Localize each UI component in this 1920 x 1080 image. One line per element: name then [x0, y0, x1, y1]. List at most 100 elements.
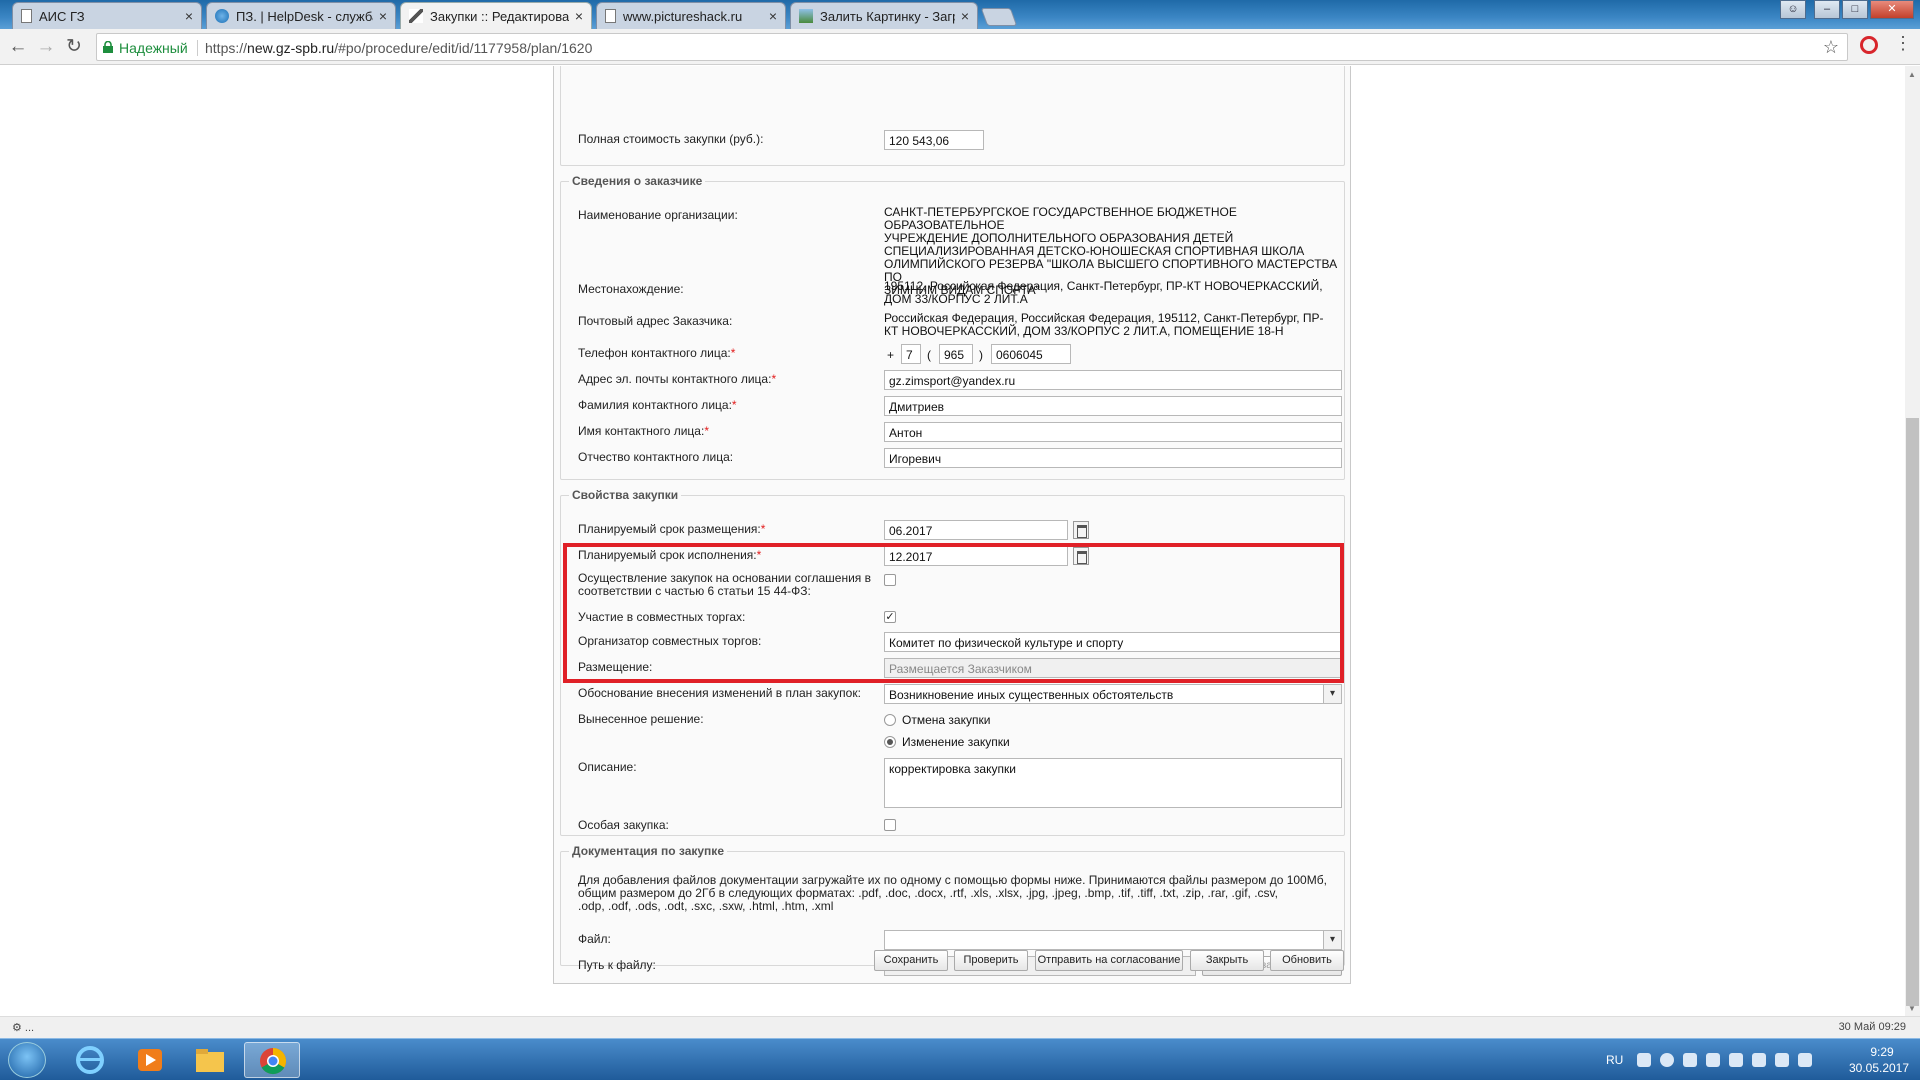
- image-icon: [799, 9, 813, 23]
- scroll-down-icon[interactable]: ▼: [1908, 1004, 1916, 1013]
- location-label: Местонахождение:: [578, 282, 684, 296]
- tab-label: www.pictureshack.ru: [623, 8, 743, 24]
- scrollbar-thumb[interactable]: [1906, 418, 1919, 1006]
- cost-fieldset: Полная стоимость закупки (руб.): 120 543…: [560, 66, 1345, 166]
- url-scheme: https://: [205, 40, 248, 56]
- documentation-fieldset: Документация по закупке Для добавления ф…: [560, 844, 1345, 976]
- display-icon[interactable]: [1752, 1053, 1766, 1067]
- tab-upload-image[interactable]: Залить Картинку - Загр ×: [790, 2, 978, 29]
- globe-icon: [215, 9, 229, 23]
- tab-helpdesk[interactable]: ПЗ. | HelpDesk - служба ×: [206, 2, 396, 29]
- radio-change-label[interactable]: Изменение закупки: [902, 736, 1010, 749]
- tab-label: ПЗ. | HelpDesk - служба: [236, 8, 373, 24]
- documentation-info: Для добавления файлов документации загру…: [578, 873, 1327, 913]
- close-icon[interactable]: ×: [379, 8, 387, 24]
- total-cost-field: 120 543,06: [884, 130, 984, 150]
- clock-time[interactable]: 9:29: [1852, 1045, 1912, 1059]
- radio-cancel-label[interactable]: Отмена закупки: [902, 714, 990, 727]
- monitor-icon[interactable]: [1775, 1053, 1789, 1067]
- chevron-down-icon[interactable]: ▾: [1323, 931, 1341, 949]
- tab-procurement[interactable]: Закупки :: Редактирован ×: [400, 2, 592, 29]
- flag-icon[interactable]: [1798, 1053, 1812, 1067]
- name-input[interactable]: Антон: [884, 422, 1342, 442]
- url-text[interactable]: https://new.gz-spb.ru/#po/procedure/edit…: [205, 40, 592, 56]
- refresh-button[interactable]: Обновить: [1270, 950, 1344, 971]
- postal-address-label: Почтовый адрес Заказчика:: [578, 314, 733, 328]
- close-icon[interactable]: ×: [185, 8, 193, 24]
- placement-term-input[interactable]: 06.2017: [884, 520, 1068, 540]
- file-select[interactable]: ▾: [884, 930, 1342, 950]
- browser-menu-icon[interactable]: ⋮: [1894, 33, 1912, 54]
- close-icon[interactable]: ×: [961, 8, 969, 24]
- divider: [197, 40, 198, 56]
- connection-icon[interactable]: [1706, 1053, 1720, 1067]
- security-icon[interactable]: [1683, 1053, 1697, 1067]
- calendar-icon[interactable]: [1073, 521, 1089, 539]
- chrome-icon[interactable]: [244, 1042, 300, 1078]
- phone-number-input[interactable]: 0606045: [991, 344, 1071, 364]
- status-datetime: 30 Май 09:29: [1838, 1021, 1906, 1033]
- save-button[interactable]: Сохранить: [874, 950, 948, 971]
- maximize-button[interactable]: □: [1842, 0, 1868, 19]
- close-icon[interactable]: ×: [575, 8, 583, 24]
- tab-ais-gz[interactable]: АИС ГЗ ×: [12, 2, 202, 29]
- chevron-down-icon[interactable]: ▾: [1323, 685, 1341, 703]
- user-icon[interactable]: ☺: [1780, 0, 1806, 19]
- change-reason-label: Обоснование внесения изменений в план за…: [578, 686, 861, 700]
- back-button[interactable]: ←: [6, 35, 30, 59]
- tab-label: Залить Картинку - Загр: [820, 8, 955, 24]
- check-button[interactable]: Проверить: [954, 950, 1028, 971]
- bookmark-star-icon[interactable]: ☆: [1823, 37, 1839, 58]
- highlight-frame: [563, 543, 1344, 683]
- file-explorer-icon[interactable]: [182, 1042, 238, 1078]
- minimize-button[interactable]: –: [1814, 0, 1840, 19]
- close-icon[interactable]: ×: [769, 8, 777, 24]
- patronymic-input[interactable]: Игоревич: [884, 448, 1342, 468]
- forward-button[interactable]: →: [34, 35, 58, 59]
- close-window-button[interactable]: ✕: [1870, 0, 1914, 19]
- page-icon: [21, 9, 32, 23]
- description-textarea[interactable]: корректировка закупки: [884, 758, 1342, 808]
- internet-explorer-icon[interactable]: [62, 1042, 118, 1078]
- media-player-icon[interactable]: [122, 1042, 178, 1078]
- tab-pictureshack[interactable]: www.pictureshack.ru ×: [596, 2, 786, 29]
- volume-icon[interactable]: [1729, 1053, 1743, 1067]
- pencil-icon: [409, 9, 423, 23]
- name-label: Имя контактного лица:*: [578, 424, 709, 438]
- surname-input[interactable]: Дмитриев: [884, 396, 1342, 416]
- description-label: Описание:: [578, 760, 637, 774]
- send-for-approval-button[interactable]: Отправить на согласование: [1035, 950, 1183, 971]
- clock-date[interactable]: 30.05.2017: [1842, 1061, 1916, 1075]
- windows-start-icon[interactable]: [8, 1042, 46, 1078]
- change-reason-select[interactable]: Возникновение иных существенных обстояте…: [884, 684, 1342, 704]
- phone-code-input[interactable]: 965: [939, 344, 973, 364]
- email-input[interactable]: gz.zimsport@yandex.ru: [884, 370, 1342, 390]
- special-procurement-checkbox[interactable]: [884, 819, 896, 831]
- network-icon[interactable]: [1637, 1053, 1651, 1067]
- skype-icon[interactable]: [1660, 1053, 1674, 1067]
- file-label: Файл:: [578, 932, 611, 946]
- language-indicator[interactable]: RU: [1606, 1053, 1623, 1067]
- postal-address-value: Российская Федерация, Российская Федерац…: [884, 311, 1324, 338]
- new-tab-button[interactable]: [980, 8, 1018, 26]
- radio-change-procurement[interactable]: [884, 736, 896, 748]
- org-name-label: Наименование организации:: [578, 208, 738, 222]
- radio-cancel-procurement[interactable]: [884, 714, 896, 726]
- browser-tab-strip: АИС ГЗ × ПЗ. | HelpDesk - служба × Закуп…: [0, 0, 1920, 29]
- page-content: Полная стоимость закупки (руб.): 120 543…: [0, 66, 1905, 1016]
- address-bar[interactable]: Надежный https://new.gz-spb.ru/#po/proce…: [96, 33, 1848, 61]
- customer-legend: Сведения о заказчике: [572, 174, 703, 188]
- close-button[interactable]: Закрыть: [1190, 950, 1264, 971]
- decision-label: Вынесенное решение:: [578, 712, 704, 726]
- patronymic-label: Отчество контактного лица:: [578, 450, 734, 464]
- windows-taskbar: RU 9:29 30.05.2017: [0, 1038, 1920, 1080]
- status-left-text: ⚙ ...: [12, 1022, 35, 1034]
- surname-label: Фамилия контактного лица:*: [578, 398, 737, 412]
- phone-close-paren: ): [979, 348, 983, 362]
- phone-country-input[interactable]: 7: [901, 344, 921, 364]
- scroll-up-icon[interactable]: ▲: [1908, 70, 1916, 79]
- file-path-label: Путь к файлу:: [578, 958, 656, 972]
- reload-button[interactable]: ↻: [62, 35, 86, 59]
- opera-extension-icon[interactable]: [1860, 36, 1878, 54]
- email-label: Адрес эл. почты контактного лица:*: [578, 372, 777, 386]
